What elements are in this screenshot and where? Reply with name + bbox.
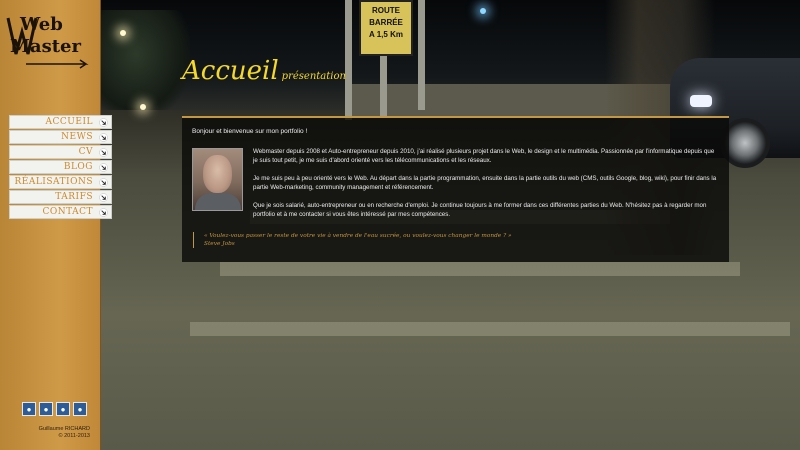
arrow-icon [99, 133, 108, 142]
main-nav: ACCUEIL NEWS CV BLOG RÉALISATIONS TARIFS… [9, 115, 112, 220]
road-sign-line3: A 1,5 Km [369, 30, 403, 39]
nav-item-label: NEWS [61, 131, 93, 142]
quote-text: « Voulez-vous passer le reste de votre v… [204, 233, 512, 239]
page-subtitle: présentation [281, 71, 346, 82]
credit-years: © 2011-2013 [58, 433, 90, 439]
nav-item-blog[interactable]: BLOG [9, 160, 112, 174]
social-icon-2[interactable]: ● [39, 402, 53, 416]
nav-item-label: ACCUEIL [45, 116, 93, 127]
nav-item-accueil[interactable]: ACCUEIL [9, 115, 112, 129]
logo-text-master: Master [10, 36, 81, 57]
social-icon-4[interactable]: ● [73, 402, 87, 416]
traffic-light [480, 8, 486, 14]
quote-block: « Voulez-vous passer le reste de votre v… [193, 232, 512, 248]
page-title-main: Accueil [182, 56, 279, 86]
sign-pole [418, 0, 425, 110]
footer-credit: Guillaume RICHARD © 2011-2013 [39, 426, 90, 440]
nav-item-news[interactable]: NEWS [9, 130, 112, 144]
nav-item-cv[interactable]: CV [9, 145, 112, 159]
nav-item-label: CONTACT [42, 206, 93, 217]
road-sign-line1: ROUTE [372, 6, 400, 15]
arrow-icon [99, 193, 108, 202]
arrow-icon [99, 208, 108, 217]
sidebar: Web Master ACCUEIL NEWS CV BLOG RÉALISAT… [0, 0, 112, 450]
greeting-text: Bonjour et bienvenue sur mon portfolio ! [192, 128, 308, 135]
sign-pole [345, 0, 352, 120]
intro-text: Webmaster depuis 2008 et Auto-entreprene… [253, 147, 718, 228]
nav-item-label: BLOG [63, 161, 93, 172]
nav-item-tarifs[interactable]: TARIFS [9, 190, 112, 204]
arrow-icon [99, 118, 108, 127]
content-panel: Bonjour et bienvenue sur mon portfolio !… [182, 116, 729, 262]
logo-text-web: Web [20, 14, 63, 35]
streetlight [140, 104, 146, 110]
social-icon-3[interactable]: ● [56, 402, 70, 416]
streetlight [120, 30, 126, 36]
nav-item-label: TARIFS [55, 191, 93, 202]
quote-author: Steve Jobs [204, 241, 235, 247]
car-headlight [690, 95, 712, 107]
paragraph: Je me suis peu à peu orienté vers le Web… [253, 175, 717, 191]
photo-face [203, 155, 232, 193]
profile-photo [192, 148, 243, 211]
arrow-icon [99, 178, 108, 187]
road-sign-line2: BARRÉE [369, 18, 403, 27]
social-links: ● ● ● ● [22, 402, 87, 416]
photo-shirt [195, 193, 241, 210]
arrow-icon [99, 163, 108, 172]
nav-item-realisations[interactable]: RÉALISATIONS [9, 175, 112, 189]
credit-name: Guillaume RICHARD [38, 426, 90, 432]
sign-pole [380, 56, 387, 116]
arrow-icon [99, 148, 108, 157]
crosswalk-stripe [190, 322, 790, 336]
road-sign: ROUTE BARRÉE A 1,5 Km [359, 0, 413, 56]
crosswalk-stripe [220, 262, 740, 276]
paragraph: Que je sois salarié, auto-entrepreneur o… [253, 202, 707, 218]
nav-item-contact[interactable]: CONTACT [9, 205, 112, 219]
logo[interactable]: Web Master [6, 12, 94, 70]
paragraph: Webmaster depuis 2008 et Auto-entreprene… [253, 148, 715, 164]
social-icon-1[interactable]: ● [22, 402, 36, 416]
nav-item-label: CV [78, 146, 93, 157]
nav-item-label: RÉALISATIONS [14, 176, 93, 187]
page-title: Accueil présentation [182, 56, 346, 86]
tree-silhouette [100, 10, 190, 120]
